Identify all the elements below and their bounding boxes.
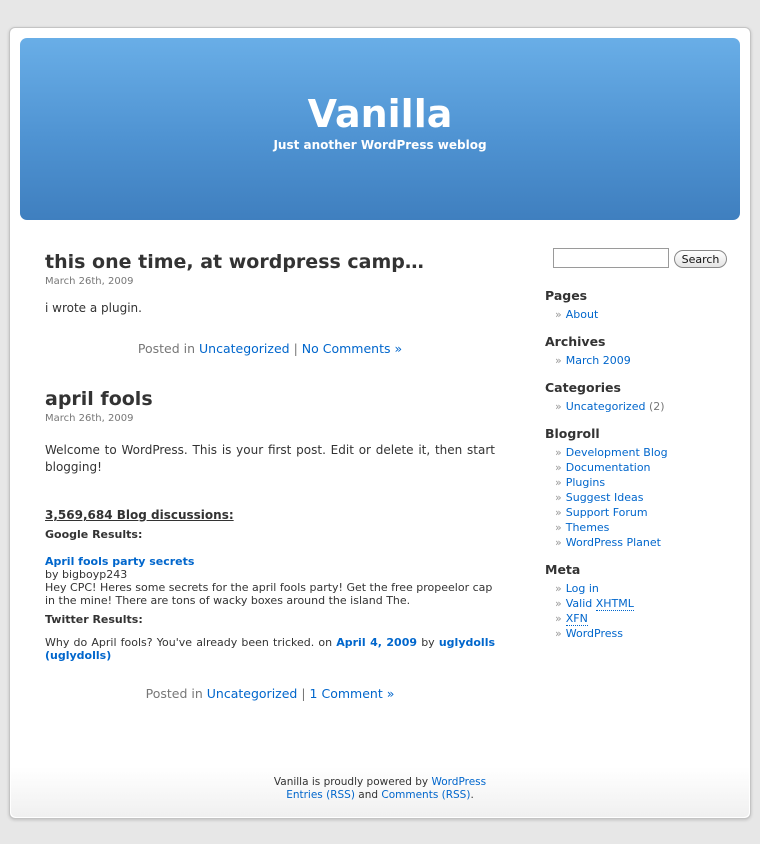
google-results-heading: Google Results: <box>45 528 143 541</box>
posted-in-label: Posted in <box>145 686 203 701</box>
footer-wordpress-link[interactable]: WordPress <box>431 776 486 788</box>
search-form: Search <box>545 246 735 276</box>
xfn-link[interactable]: XFN <box>565 612 588 626</box>
meta-heading: Meta <box>545 562 581 577</box>
category-link[interactable]: Uncategorized <box>199 341 290 356</box>
posted-in-label: Posted in <box>137 341 196 356</box>
page-link-about[interactable]: About <box>566 308 599 321</box>
blogroll-link-plugins[interactable]: Plugins <box>566 476 605 489</box>
meta-widget: Meta » Log in » Valid XHTML » XFN » WordPres… <box>545 562 735 641</box>
blog-header: Vanilla Just another WordPress weblog <box>20 38 740 220</box>
archives-heading: Archives <box>545 334 606 349</box>
comments-rss-link[interactable]: Comments (RSS) <box>381 789 470 801</box>
search-button[interactable]: Search <box>674 250 727 268</box>
blog-discussions-heading: 3,569,684 Blog discussions: <box>45 508 234 522</box>
twitter-on: on <box>318 636 333 649</box>
list-item: » March 2009 <box>555 354 631 367</box>
list-item: » Valid XHTML <box>555 597 634 611</box>
pages-widget: Pages » About <box>545 288 735 322</box>
twitter-result: Why do April fools? You've already been … <box>45 636 495 662</box>
list-item: » XFN <box>555 612 588 626</box>
google-result-link[interactable]: April fools party secrets <box>45 555 495 568</box>
meta-separator: | <box>293 341 298 356</box>
blogroll-link-themes[interactable]: Themes <box>566 521 610 534</box>
footer-feeds-line: Entries (RSS) and Comments (RSS). <box>286 789 474 801</box>
wordpress-link[interactable]: WordPress <box>566 627 623 640</box>
post-content: Welcome to WordPress. This is your first… <box>45 443 495 474</box>
post-content: i wrote a plugin. <box>45 301 142 315</box>
blogroll-link-support-forum[interactable]: Support Forum <box>566 506 648 519</box>
post-entry: Welcome to WordPress. This is your first… <box>45 442 495 662</box>
search-input[interactable] <box>553 248 669 268</box>
pages-heading: Pages <box>545 288 588 303</box>
list-item: » Uncategorized (2) <box>555 400 665 413</box>
archives-widget: Archives » March 2009 <box>545 334 735 368</box>
comments-link[interactable]: 1 Comment » <box>310 686 395 701</box>
comments-link[interactable]: No Comments » <box>302 341 402 356</box>
blog-title[interactable]: Vanilla <box>20 92 740 136</box>
meta-separator: | <box>301 686 306 701</box>
blog-description: Just another WordPress weblog <box>273 138 487 152</box>
footer: Vanilla is proudly powered by WordPress … <box>11 767 749 817</box>
log-in-link[interactable]: Log in <box>566 582 599 595</box>
post-date: March 26th, 2009 <box>45 413 134 424</box>
category-link[interactable]: Uncategorized <box>207 686 298 701</box>
blogroll-link-wordpress-planet[interactable]: WordPress Planet <box>566 536 661 549</box>
list-item: » Log in <box>555 582 599 595</box>
post-date: March 26th, 2009 <box>45 276 134 287</box>
page-container: Vanilla Just another WordPress weblog th… <box>9 27 751 819</box>
post-meta: Posted in Uncategorized | 1 Comment » <box>45 686 495 701</box>
list-item: » WordPress Planet <box>555 536 661 549</box>
blogroll-widget: Blogroll » Development Blog » Documentatio… <box>545 426 735 550</box>
post-title[interactable]: april fools <box>45 387 495 411</box>
xfn-abbr: XFN <box>565 612 588 626</box>
post-entry: i wrote a plugin. <box>45 300 495 317</box>
list-item: » Documentation <box>555 461 651 474</box>
blogroll-link-documentation[interactable]: Documentation <box>566 461 651 474</box>
blogroll-link-suggest-ideas[interactable]: Suggest Ideas <box>566 491 644 504</box>
xhtml-abbr: XHTML <box>595 597 634 611</box>
footer-and: and <box>358 789 379 801</box>
post-title[interactable]: this one time, at wordpress camp… <box>45 250 495 274</box>
valid-xhtml-link[interactable]: Valid XHTML <box>566 597 634 611</box>
list-item: » Support Forum <box>555 506 648 519</box>
footer-powered-line: Vanilla is proudly powered by WordPress <box>11 776 749 789</box>
list-item: » About <box>555 308 599 321</box>
list-item: » WordPress <box>555 627 623 640</box>
categories-heading: Categories <box>545 380 621 395</box>
post-2: april fools March 26th, 2009 Welcome to … <box>45 387 495 701</box>
categories-widget: Categories » Uncategorized (2) <box>545 380 735 414</box>
twitter-date-link[interactable]: April 4, 2009 <box>336 636 417 649</box>
post-meta: Posted in Uncategorized | No Comments » <box>45 341 495 356</box>
sidebar: Search Pages » About Archives » March 2009… <box>545 246 735 641</box>
list-item: » Development Blog <box>555 446 668 459</box>
footer-powered-text: Vanilla is proudly powered by <box>273 776 429 788</box>
list-item: » Plugins <box>555 476 606 489</box>
category-link-uncategorized[interactable]: Uncategorized <box>566 400 646 413</box>
post-1: this one time, at wordpress camp… March … <box>45 250 495 356</box>
twitter-text: Why do April fools? You've already been … <box>45 636 315 649</box>
entries-rss-link[interactable]: Entries (RSS) <box>286 789 355 801</box>
google-result-author: by bigboyp243 <box>45 568 128 581</box>
twitter-by: by <box>421 636 435 649</box>
twitter-results-heading: Twitter Results: <box>45 613 143 626</box>
category-count: (2) <box>648 400 665 413</box>
blogroll-link-development-blog[interactable]: Development Blog <box>566 446 668 459</box>
blogroll-heading: Blogroll <box>545 426 600 441</box>
list-item: » Suggest Ideas <box>555 491 644 504</box>
archive-link-march-2009[interactable]: March 2009 <box>566 354 631 367</box>
list-item: » Themes <box>555 521 610 534</box>
google-result-snippet: Hey CPC! Heres some secrets for the apri… <box>45 581 493 607</box>
